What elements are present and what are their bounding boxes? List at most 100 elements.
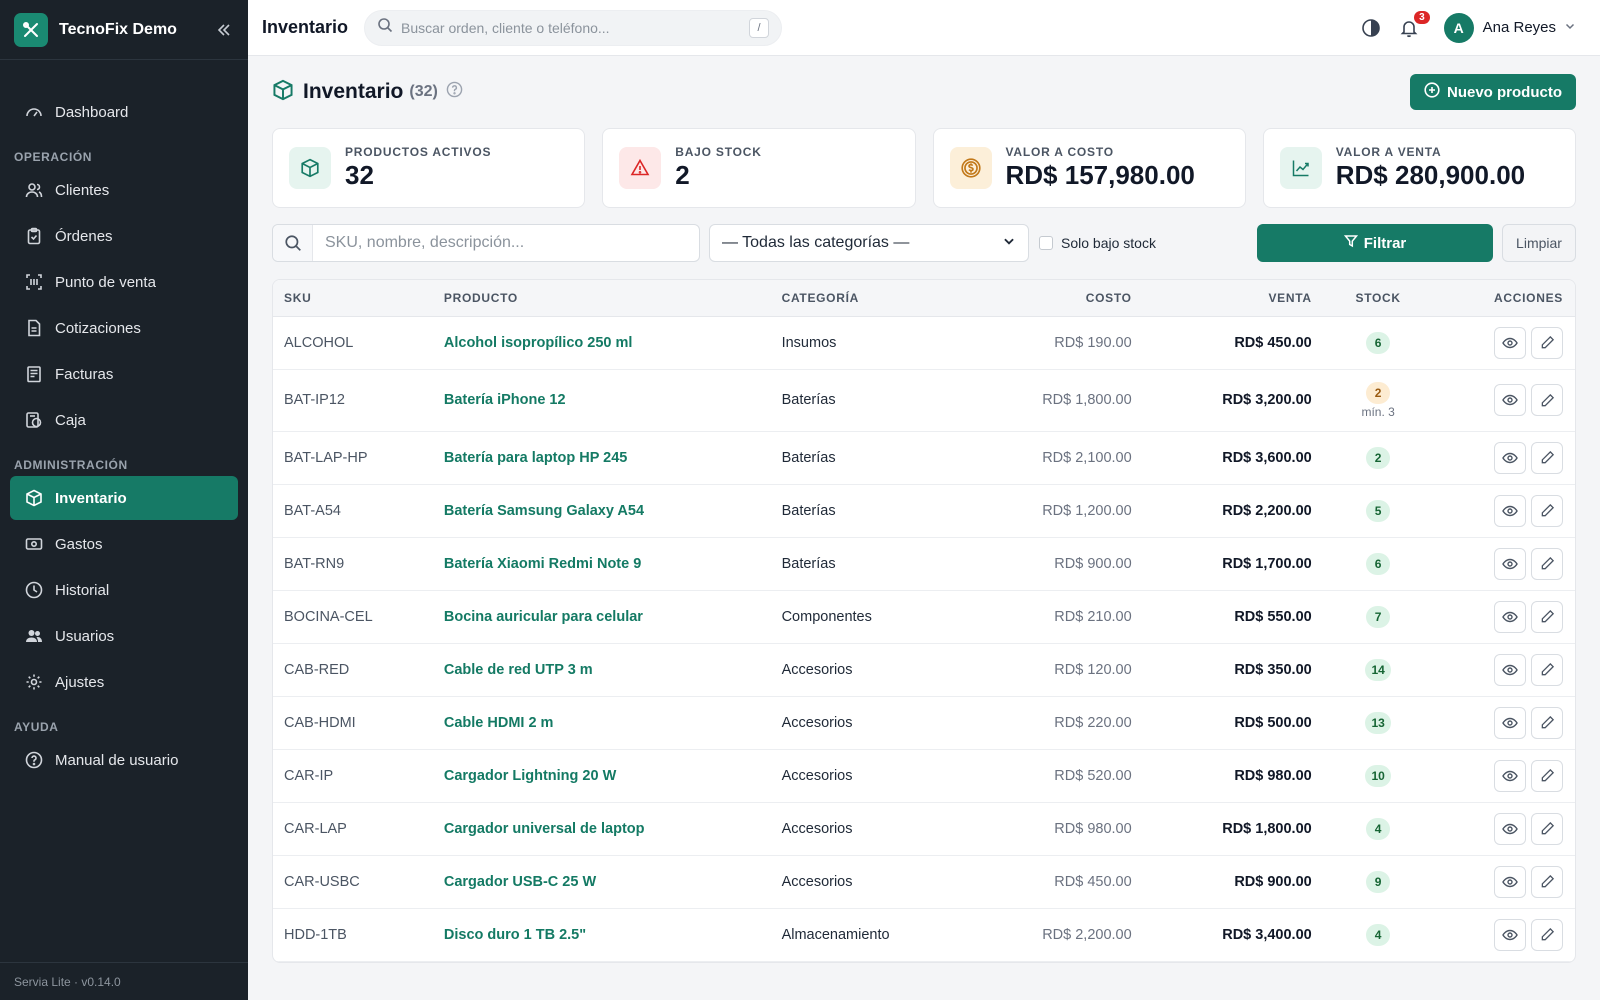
cell-sale: RD$ 450.00 (1143, 316, 1324, 370)
table-row[interactable]: HDD-1TB Disco duro 1 TB 2.5" Almacenamient… (273, 908, 1575, 962)
cell-product-link[interactable]: Alcohol isopropílico 250 ml (443, 316, 782, 370)
edit-icon[interactable] (1531, 918, 1563, 951)
edit-icon[interactable] (1531, 865, 1563, 898)
cell-product-link[interactable]: Cargador USB-C 25 W (443, 855, 782, 909)
sidebar-item-clientes[interactable]: Clientes (10, 168, 238, 212)
stat-sale-value: VALOR A VENTA RD$ 280,900.00 (1262, 128, 1576, 208)
cell-product-link[interactable]: Batería iPhone 12 (443, 369, 782, 432)
cell-product-link[interactable]: Cargador Lightning 20 W (443, 749, 782, 803)
warning-icon (619, 147, 662, 189)
category-select[interactable]: — Todas las categorías — (709, 224, 1029, 262)
sidebar-item-historial[interactable]: Historial (10, 568, 238, 612)
user-menu[interactable]: A Ana Reyes (1443, 12, 1576, 43)
header-category[interactable]: CATEGORÍA (781, 280, 941, 317)
stat-label: VALOR A VENTA (1335, 145, 1442, 159)
view-icon[interactable] (1494, 918, 1526, 951)
sidebar-item-caja[interactable]: Caja (10, 398, 238, 442)
stat-value: 2 (675, 160, 690, 190)
edit-icon[interactable] (1531, 441, 1563, 474)
collapse-sidebar-icon[interactable] (214, 20, 234, 40)
view-icon[interactable] (1494, 600, 1526, 633)
sidebar-item-gastos[interactable]: Gastos (10, 522, 238, 566)
table-row[interactable]: BAT-IP12 Batería iPhone 12 Baterías RD$ 1,8… (273, 369, 1575, 432)
edit-icon[interactable] (1531, 494, 1563, 527)
new-product-button[interactable]: Nuevo producto (1410, 74, 1576, 110)
cell-category: Insumos (781, 316, 941, 370)
sidebar-item-facturas[interactable]: Facturas (10, 352, 238, 396)
view-icon[interactable] (1494, 441, 1526, 474)
view-icon[interactable] (1494, 384, 1526, 416)
cell-actions (1432, 537, 1575, 591)
cell-product-link[interactable]: Cable de red UTP 3 m (443, 643, 782, 697)
edit-icon[interactable] (1531, 326, 1563, 359)
product-search-input[interactable]: SKU, nombre, descripción... (272, 224, 700, 262)
cell-product-link[interactable]: Bocina auricular para celular (443, 590, 782, 644)
theme-toggle-icon[interactable] (1356, 13, 1386, 43)
cell-product-link[interactable]: Batería para laptop HP 245 (443, 431, 782, 485)
edit-icon[interactable] (1531, 759, 1563, 792)
sidebar-item-dashboard[interactable]: Dashboard (10, 90, 238, 134)
edit-icon[interactable] (1531, 706, 1563, 739)
filter-button[interactable]: Filtrar (1257, 224, 1493, 262)
cell-sku: CAB-HDMI (273, 696, 444, 750)
table-row[interactable]: BOCINA-CEL Bocina auricular para celular C… (273, 590, 1575, 644)
table-row[interactable]: ALCOHOL Alcohol isopropílico 250 ml Insumo… (273, 316, 1575, 370)
view-icon[interactable] (1494, 494, 1526, 527)
sidebar-item-ordenes[interactable]: Órdenes (10, 214, 238, 258)
topbar: Inventario Buscar orden, cliente o teléf… (248, 0, 1600, 56)
clock-icon (24, 580, 44, 600)
view-icon[interactable] (1494, 547, 1526, 580)
header-sale[interactable]: VENTA (1143, 280, 1324, 317)
edit-icon[interactable] (1531, 547, 1563, 580)
funnel-icon (1343, 234, 1358, 252)
sidebar-item-label: Manual de usuario (55, 751, 179, 769)
view-icon[interactable] (1494, 812, 1526, 845)
checkbox-box[interactable] (1039, 236, 1053, 250)
table-row[interactable]: CAR-USBC Cargador USB-C 25 W Accesorios RD$… (273, 855, 1575, 909)
cell-product-link[interactable]: Batería Xiaomi Redmi Note 9 (443, 537, 782, 591)
edit-icon[interactable] (1531, 384, 1563, 416)
table-row[interactable]: CAB-RED Cable de red UTP 3 m Accesorios RD$… (273, 643, 1575, 697)
header-sku[interactable]: SKU (273, 280, 444, 317)
sidebar-item-pos[interactable]: Punto de venta (10, 260, 238, 304)
view-icon[interactable] (1494, 326, 1526, 359)
cell-actions (1432, 643, 1575, 697)
header-product[interactable]: PRODUCTO (443, 280, 782, 317)
help-icon[interactable] (446, 81, 463, 103)
cell-product-link[interactable]: Cable HDMI 2 m (443, 696, 782, 750)
view-icon[interactable] (1494, 706, 1526, 739)
table-row[interactable]: BAT-RN9 Batería Xiaomi Redmi Note 9 Baterí… (273, 537, 1575, 591)
table-row[interactable]: CAR-LAP Cargador universal de laptop Acces… (273, 802, 1575, 856)
global-search-input[interactable]: Buscar orden, cliente o teléfono... / (364, 9, 782, 46)
sidebar-item-label: Caja (55, 411, 86, 429)
sidebar-item-manual[interactable]: Manual de usuario (10, 738, 238, 782)
table-row[interactable]: CAB-HDMI Cable HDMI 2 m Accesorios RD$ 220.… (273, 696, 1575, 750)
edit-icon[interactable] (1531, 653, 1563, 686)
bell-icon[interactable]: 3 (1394, 10, 1430, 43)
header-cost[interactable]: COSTO (940, 280, 1144, 317)
table-row[interactable]: BAT-A54 Batería Samsung Galaxy A54 Batería… (273, 484, 1575, 538)
sidebar-item-cotizaciones[interactable]: Cotizaciones (10, 306, 238, 350)
table-row[interactable]: BAT-LAP-HP Batería para laptop HP 245 Bate… (273, 431, 1575, 485)
sidebar-item-ajustes[interactable]: Ajustes (10, 660, 238, 704)
table-row[interactable]: CAR-IP Cargador Lightning 20 W Accesorios R… (273, 749, 1575, 803)
sidebar-item-inventario[interactable]: Inventario (10, 476, 238, 520)
sidebar-item-label: Cotizaciones (55, 319, 141, 337)
view-icon[interactable] (1494, 653, 1526, 686)
view-icon[interactable] (1494, 865, 1526, 898)
cell-actions (1432, 590, 1575, 644)
clear-button[interactable]: Limpiar (1502, 224, 1576, 262)
cell-product-link[interactable]: Cargador universal de laptop (443, 802, 782, 856)
view-icon[interactable] (1494, 759, 1526, 792)
cell-sale: RD$ 900.00 (1143, 855, 1324, 909)
sidebar-item-usuarios[interactable]: Usuarios (10, 614, 238, 658)
edit-icon[interactable] (1531, 600, 1563, 633)
low-stock-checkbox[interactable]: Solo bajo stock (1039, 235, 1156, 251)
header-stock[interactable]: STOCK (1323, 280, 1433, 317)
cell-cost: RD$ 190.00 (940, 316, 1144, 370)
cell-product-link[interactable]: Disco duro 1 TB 2.5" (443, 908, 782, 962)
cell-product-link[interactable]: Batería Samsung Galaxy A54 (443, 484, 782, 538)
cell-category: Baterías (781, 369, 941, 432)
edit-icon[interactable] (1531, 812, 1563, 845)
cell-sku: CAR-IP (273, 749, 444, 803)
